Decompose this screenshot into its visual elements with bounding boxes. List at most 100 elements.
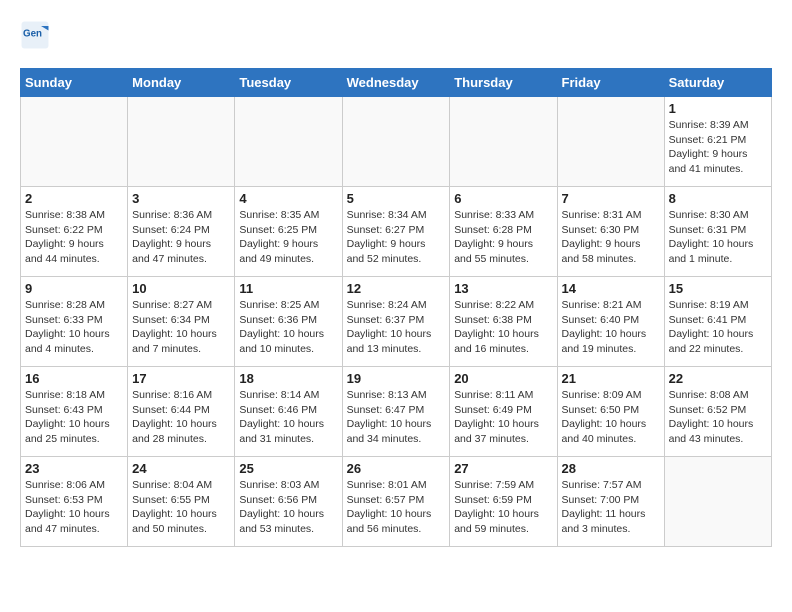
calendar-cell: 2 Sunrise: 8:38 AM Sunset: 6:22 PM Daylig… — [21, 187, 128, 277]
calendar-cell: 3 Sunrise: 8:36 AM Sunset: 6:24 PM Daylig… — [128, 187, 235, 277]
calendar-cell: 5 Sunrise: 8:34 AM Sunset: 6:27 PM Daylig… — [342, 187, 450, 277]
day-info: Sunrise: 8:21 AM Sunset: 6:40 PM Dayligh… — [562, 298, 660, 357]
calendar-cell: 24 Sunrise: 8:04 AM Sunset: 6:55 PM Dayli… — [128, 457, 235, 547]
day-info: Sunrise: 7:57 AM Sunset: 7:00 PM Dayligh… — [562, 478, 660, 537]
day-info: Sunrise: 8:03 AM Sunset: 6:56 PM Dayligh… — [239, 478, 337, 537]
day-number: 25 — [239, 461, 337, 476]
day-info: Sunrise: 8:36 AM Sunset: 6:24 PM Dayligh… — [132, 208, 230, 267]
day-info: Sunrise: 8:06 AM Sunset: 6:53 PM Dayligh… — [25, 478, 123, 537]
day-info: Sunrise: 8:04 AM Sunset: 6:55 PM Dayligh… — [132, 478, 230, 537]
calendar-cell: 27 Sunrise: 7:59 AM Sunset: 6:59 PM Dayli… — [450, 457, 557, 547]
calendar-cell — [450, 97, 557, 187]
day-info: Sunrise: 8:28 AM Sunset: 6:33 PM Dayligh… — [25, 298, 123, 357]
calendar-cell: 4 Sunrise: 8:35 AM Sunset: 6:25 PM Daylig… — [235, 187, 342, 277]
day-info: Sunrise: 8:24 AM Sunset: 6:37 PM Dayligh… — [347, 298, 446, 357]
weekday-header-monday: Monday — [128, 69, 235, 97]
day-info: Sunrise: 8:18 AM Sunset: 6:43 PM Dayligh… — [25, 388, 123, 447]
day-info: Sunrise: 8:11 AM Sunset: 6:49 PM Dayligh… — [454, 388, 552, 447]
day-info: Sunrise: 8:19 AM Sunset: 6:41 PM Dayligh… — [669, 298, 767, 357]
day-number: 27 — [454, 461, 552, 476]
day-number: 24 — [132, 461, 230, 476]
day-number: 15 — [669, 281, 767, 296]
calendar-cell: 26 Sunrise: 8:01 AM Sunset: 6:57 PM Dayli… — [342, 457, 450, 547]
calendar-cell: 8 Sunrise: 8:30 AM Sunset: 6:31 PM Daylig… — [664, 187, 771, 277]
weekday-header-wednesday: Wednesday — [342, 69, 450, 97]
day-number: 3 — [132, 191, 230, 206]
day-number: 16 — [25, 371, 123, 386]
day-info: Sunrise: 8:39 AM Sunset: 6:21 PM Dayligh… — [669, 118, 767, 177]
day-info: Sunrise: 8:08 AM Sunset: 6:52 PM Dayligh… — [669, 388, 767, 447]
weekday-header-saturday: Saturday — [664, 69, 771, 97]
day-number: 8 — [669, 191, 767, 206]
day-number: 18 — [239, 371, 337, 386]
logo: Gen — [20, 20, 54, 50]
calendar-cell: 1 Sunrise: 8:39 AM Sunset: 6:21 PM Daylig… — [664, 97, 771, 187]
day-number: 14 — [562, 281, 660, 296]
calendar-cell: 7 Sunrise: 8:31 AM Sunset: 6:30 PM Daylig… — [557, 187, 664, 277]
logo-icon: Gen — [20, 20, 50, 50]
calendar-cell — [21, 97, 128, 187]
day-number: 26 — [347, 461, 446, 476]
calendar-cell: 15 Sunrise: 8:19 AM Sunset: 6:41 PM Dayli… — [664, 277, 771, 367]
calendar-cell: 21 Sunrise: 8:09 AM Sunset: 6:50 PM Dayli… — [557, 367, 664, 457]
calendar-cell: 22 Sunrise: 8:08 AM Sunset: 6:52 PM Dayli… — [664, 367, 771, 457]
day-info: Sunrise: 8:34 AM Sunset: 6:27 PM Dayligh… — [347, 208, 446, 267]
day-info: Sunrise: 8:38 AM Sunset: 6:22 PM Dayligh… — [25, 208, 123, 267]
day-info: Sunrise: 8:30 AM Sunset: 6:31 PM Dayligh… — [669, 208, 767, 267]
svg-text:Gen: Gen — [23, 29, 42, 40]
weekday-header-tuesday: Tuesday — [235, 69, 342, 97]
day-info: Sunrise: 8:09 AM Sunset: 6:50 PM Dayligh… — [562, 388, 660, 447]
calendar-cell: 18 Sunrise: 8:14 AM Sunset: 6:46 PM Dayli… — [235, 367, 342, 457]
day-number: 12 — [347, 281, 446, 296]
day-info: Sunrise: 8:22 AM Sunset: 6:38 PM Dayligh… — [454, 298, 552, 357]
day-number: 19 — [347, 371, 446, 386]
calendar-cell: 28 Sunrise: 7:57 AM Sunset: 7:00 PM Dayli… — [557, 457, 664, 547]
day-info: Sunrise: 8:25 AM Sunset: 6:36 PM Dayligh… — [239, 298, 337, 357]
day-info: Sunrise: 8:01 AM Sunset: 6:57 PM Dayligh… — [347, 478, 446, 537]
weekday-header-friday: Friday — [557, 69, 664, 97]
day-info: Sunrise: 8:33 AM Sunset: 6:28 PM Dayligh… — [454, 208, 552, 267]
day-number: 21 — [562, 371, 660, 386]
day-info: Sunrise: 7:59 AM Sunset: 6:59 PM Dayligh… — [454, 478, 552, 537]
day-number: 7 — [562, 191, 660, 206]
day-info: Sunrise: 8:13 AM Sunset: 6:47 PM Dayligh… — [347, 388, 446, 447]
calendar-cell — [557, 97, 664, 187]
day-info: Sunrise: 8:31 AM Sunset: 6:30 PM Dayligh… — [562, 208, 660, 267]
calendar-cell: 23 Sunrise: 8:06 AM Sunset: 6:53 PM Dayli… — [21, 457, 128, 547]
day-info: Sunrise: 8:35 AM Sunset: 6:25 PM Dayligh… — [239, 208, 337, 267]
day-info: Sunrise: 8:14 AM Sunset: 6:46 PM Dayligh… — [239, 388, 337, 447]
day-number: 10 — [132, 281, 230, 296]
day-number: 22 — [669, 371, 767, 386]
weekday-header-sunday: Sunday — [21, 69, 128, 97]
day-number: 28 — [562, 461, 660, 476]
day-number: 2 — [25, 191, 123, 206]
day-number: 6 — [454, 191, 552, 206]
calendar-cell: 19 Sunrise: 8:13 AM Sunset: 6:47 PM Dayli… — [342, 367, 450, 457]
calendar-cell: 16 Sunrise: 8:18 AM Sunset: 6:43 PM Dayli… — [21, 367, 128, 457]
day-number: 5 — [347, 191, 446, 206]
calendar-cell — [235, 97, 342, 187]
calendar-cell: 20 Sunrise: 8:11 AM Sunset: 6:49 PM Dayli… — [450, 367, 557, 457]
day-number: 13 — [454, 281, 552, 296]
calendar-cell: 17Sunrise: 8:16 AM Sunset: 6:44 PM Dayli… — [128, 367, 235, 457]
calendar-cell — [128, 97, 235, 187]
day-number: 11 — [239, 281, 337, 296]
calendar-cell: 12 Sunrise: 8:24 AM Sunset: 6:37 PM Dayli… — [342, 277, 450, 367]
day-number: 4 — [239, 191, 337, 206]
calendar-cell: 13 Sunrise: 8:22 AM Sunset: 6:38 PM Dayli… — [450, 277, 557, 367]
day-number: 23 — [25, 461, 123, 476]
day-number: 9 — [25, 281, 123, 296]
day-number: 1 — [669, 101, 767, 116]
calendar-cell: 10 Sunrise: 8:27 AM Sunset: 6:34 PM Dayli… — [128, 277, 235, 367]
calendar-cell: 25 Sunrise: 8:03 AM Sunset: 6:56 PM Dayli… — [235, 457, 342, 547]
calendar-cell: 14 Sunrise: 8:21 AM Sunset: 6:40 PM Dayli… — [557, 277, 664, 367]
calendar-cell: 9 Sunrise: 8:28 AM Sunset: 6:33 PM Daylig… — [21, 277, 128, 367]
calendar-cell — [342, 97, 450, 187]
weekday-header-thursday: Thursday — [450, 69, 557, 97]
calendar: SundayMondayTuesdayWednesdayThursdayFrid… — [20, 68, 772, 547]
day-info: Sunrise: 8:27 AM Sunset: 6:34 PM Dayligh… — [132, 298, 230, 357]
day-number: 17 — [132, 371, 230, 386]
calendar-cell: 11 Sunrise: 8:25 AM Sunset: 6:36 PM Dayli… — [235, 277, 342, 367]
day-number: 20 — [454, 371, 552, 386]
calendar-cell — [664, 457, 771, 547]
